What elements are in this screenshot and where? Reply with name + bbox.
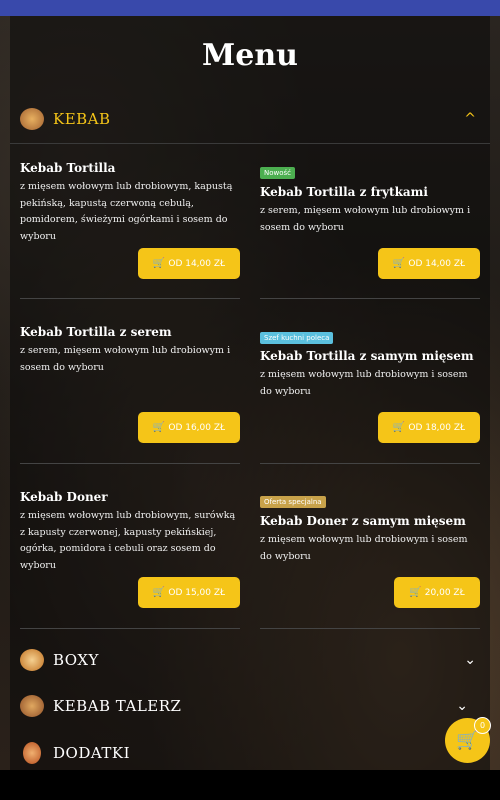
cart-icon: 🛒 bbox=[152, 422, 166, 433]
cart-count-badge: 0 bbox=[474, 717, 491, 734]
price-button[interactable]: 🛒 OD 14,00 ZŁ bbox=[138, 248, 240, 279]
divider bbox=[20, 628, 240, 629]
kebab-talerz-icon bbox=[20, 695, 44, 717]
divider bbox=[20, 463, 240, 464]
cart-icon: 🛒 bbox=[152, 258, 166, 269]
badge-chef: Szef kuchni poleca bbox=[260, 332, 334, 344]
divider bbox=[260, 298, 480, 299]
item-description: z serem, mięsem wołowym lub drobiowym i … bbox=[20, 345, 231, 373]
category-label: DODATKI bbox=[53, 744, 130, 762]
menu-item: Kebab Doner z samym mięsem z mięsem woło… bbox=[260, 514, 480, 565]
divider bbox=[260, 463, 480, 464]
chevron-down-icon[interactable]: ⌄ bbox=[456, 698, 468, 714]
cart-icon: 🛒 bbox=[392, 422, 406, 433]
item-name: Kebab Tortilla z frytkami bbox=[260, 185, 428, 199]
divider bbox=[10, 143, 490, 144]
item-name: Kebab Tortilla z samym mięsem bbox=[260, 349, 474, 363]
item-name: Kebab Tortilla bbox=[20, 161, 116, 175]
status-bar bbox=[0, 0, 500, 16]
item-description: z mięsem wołowym lub drobiowym i sosem d… bbox=[260, 369, 468, 397]
divider bbox=[20, 298, 240, 299]
dodatki-icon bbox=[23, 742, 41, 764]
menu-item: Kebab Doner z mięsem wołowym lub drobiow… bbox=[20, 490, 240, 574]
divider bbox=[260, 628, 480, 629]
category-label: KEBAB bbox=[53, 110, 111, 128]
price-button[interactable]: 🛒 OD 14,00 ZŁ bbox=[378, 248, 480, 279]
category-kebab[interactable]: KEBAB ^ bbox=[10, 99, 490, 139]
cart-icon: 🛒 bbox=[392, 258, 406, 269]
cart-icon: 🛒 bbox=[152, 587, 166, 598]
price-button[interactable]: 🛒 OD 16,00 ZŁ bbox=[138, 412, 240, 443]
category-label: BOXY bbox=[53, 651, 99, 669]
item-name: Kebab Doner z samym mięsem bbox=[260, 514, 466, 528]
item-description: z mięsem wołowym lub drobiowym, surówką … bbox=[20, 510, 236, 571]
category-boxy[interactable]: BOXY ⌄ bbox=[10, 640, 490, 680]
category-dodatki[interactable]: DODATKI bbox=[10, 733, 490, 773]
cart-icon: 🛒 bbox=[409, 587, 422, 598]
navigation-bar bbox=[0, 770, 500, 800]
category-kebab-talerz[interactable]: KEBAB TALERZ ⌄ bbox=[10, 686, 490, 726]
boxy-icon bbox=[20, 649, 44, 671]
menu-item: Kebab Tortilla z mięsem wołowym lub drob… bbox=[20, 161, 240, 245]
menu-item: Kebab Tortilla z serem z serem, mięsem w… bbox=[20, 325, 240, 376]
item-description: z mięsem wołowym lub drobiowym i sosem d… bbox=[260, 534, 468, 562]
chevron-down-icon[interactable]: ⌄ bbox=[464, 652, 476, 668]
menu-item: Kebab Tortilla z samym mięsem z mięsem w… bbox=[260, 349, 480, 400]
chevron-up-icon[interactable]: ^ bbox=[464, 111, 476, 127]
badge-special: Oferta specjalna bbox=[260, 496, 326, 508]
category-label: KEBAB TALERZ bbox=[53, 697, 182, 715]
menu-item: Kebab Tortilla z frytkami z serem, mięse… bbox=[260, 185, 480, 236]
item-description: z serem, mięsem wołowym lub drobiowym i … bbox=[260, 205, 471, 233]
item-description: z mięsem wołowym lub drobiowym, kapustą … bbox=[20, 181, 233, 242]
kebab-icon bbox=[20, 108, 44, 130]
item-name: Kebab Tortilla z serem bbox=[20, 325, 172, 339]
item-name: Kebab Doner bbox=[20, 490, 108, 504]
page-title: Menu bbox=[202, 38, 298, 73]
badge-new: Nowość bbox=[260, 167, 296, 179]
price-button[interactable]: 🛒 OD 18,00 ZŁ bbox=[378, 412, 480, 443]
price-button[interactable]: 🛒 20,00 ZŁ bbox=[394, 577, 480, 608]
cart-icon: 🛒 bbox=[456, 730, 479, 751]
price-button[interactable]: 🛒 OD 15,00 ZŁ bbox=[138, 577, 240, 608]
